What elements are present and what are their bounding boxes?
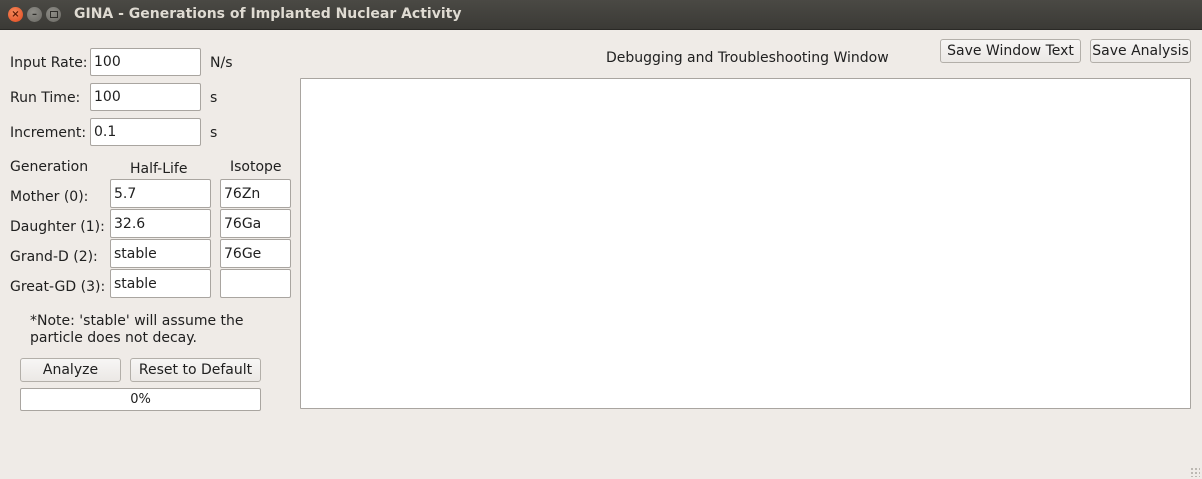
- minimize-window-button[interactable]: –: [27, 7, 42, 22]
- progress-bar: 0%: [20, 388, 261, 411]
- analyze-button[interactable]: Analyze: [20, 358, 121, 382]
- debug-text-area[interactable]: [300, 78, 1191, 409]
- run-time-label: Run Time:: [10, 90, 81, 106]
- maximize-window-button[interactable]: [46, 7, 61, 22]
- progress-text: 0%: [130, 392, 151, 407]
- run-time-field[interactable]: [90, 83, 201, 111]
- daughter-isotope-field[interactable]: [220, 209, 291, 238]
- input-rate-label: Input Rate:: [10, 55, 88, 71]
- daughter-half-life-field[interactable]: [110, 209, 211, 238]
- grand-daughter-half-life-field[interactable]: [110, 239, 211, 268]
- window-title: GINA - Generations of Implanted Nuclear …: [74, 6, 462, 22]
- save-analysis-button[interactable]: Save Analysis: [1090, 39, 1191, 63]
- isotope-header: Isotope: [230, 159, 282, 175]
- input-rate-field[interactable]: [90, 48, 201, 76]
- app-window: × – GINA - Generations of Implanted Nucl…: [0, 0, 1202, 479]
- mother-label: Mother (0):: [10, 189, 89, 205]
- half-life-header: Half-Life: [130, 161, 188, 177]
- minimize-icon: –: [32, 8, 37, 20]
- save-window-text-button[interactable]: Save Window Text: [940, 39, 1081, 63]
- great-grand-daughter-label: Great-GD (3):: [10, 279, 106, 295]
- reset-to-default-button[interactable]: Reset to Default: [130, 358, 261, 382]
- mother-half-life-field[interactable]: [110, 179, 211, 208]
- title-bar[interactable]: × – GINA - Generations of Implanted Nucl…: [0, 0, 1202, 30]
- input-rate-unit: N/s: [210, 55, 233, 71]
- great-grand-daughter-half-life-field[interactable]: [110, 269, 211, 298]
- daughter-label: Daughter (1):: [10, 219, 105, 235]
- mother-isotope-field[interactable]: [220, 179, 291, 208]
- generation-header: Generation: [10, 159, 89, 175]
- grand-daughter-label: Grand-D (2):: [10, 249, 98, 265]
- increment-label: Increment:: [10, 125, 87, 141]
- note-line-2: particle does not decay.: [30, 330, 197, 346]
- note-line-1: *Note: 'stable' will assume the: [30, 313, 244, 329]
- run-time-unit: s: [210, 90, 218, 106]
- close-icon: ×: [11, 8, 20, 20]
- close-window-button[interactable]: ×: [8, 7, 23, 22]
- resize-grip-icon[interactable]: [1190, 467, 1200, 477]
- increment-field[interactable]: [90, 118, 201, 146]
- debug-window-title: Debugging and Troubleshooting Window: [606, 50, 889, 66]
- maximize-icon: [49, 11, 58, 18]
- grand-daughter-isotope-field[interactable]: [220, 239, 291, 268]
- great-grand-daughter-isotope-field[interactable]: [220, 269, 291, 298]
- increment-unit: s: [210, 125, 218, 141]
